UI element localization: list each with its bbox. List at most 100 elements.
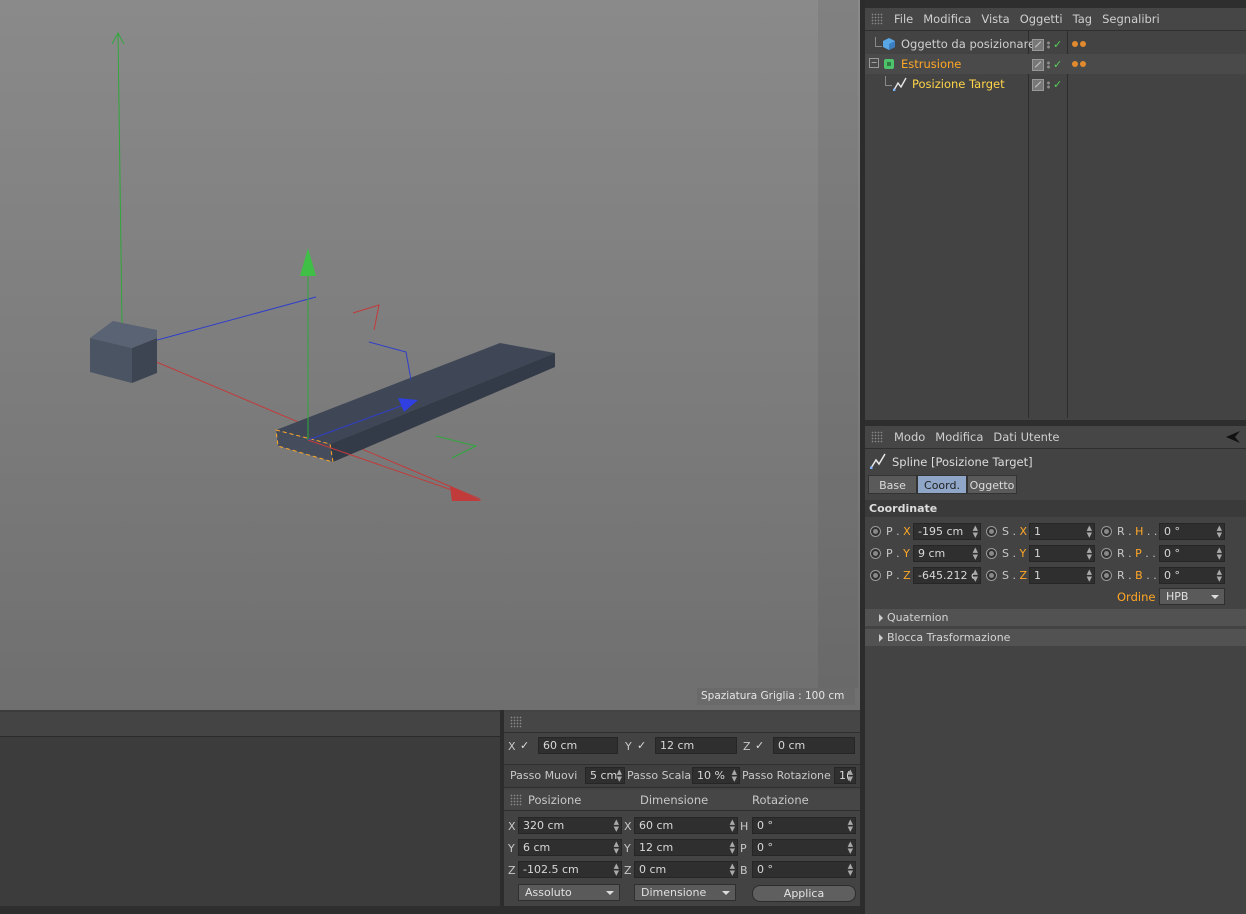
- rot-axis-label: P: [740, 842, 747, 855]
- menu-modifica[interactable]: Modifica: [930, 430, 988, 444]
- plank-top-face[interactable]: [276, 343, 555, 444]
- menu-file[interactable]: File: [889, 12, 918, 26]
- object-row-estrusione[interactable]: − Estrusione ✓: [865, 54, 1246, 74]
- position-y-field[interactable]: 6 cm ▲ ▼: [518, 839, 622, 856]
- tree-line-icon: [885, 76, 892, 86]
- scale-z-field[interactable]: 1 ▲ ▼: [1029, 567, 1095, 584]
- scene-canvas[interactable]: [0, 0, 860, 710]
- object-name[interactable]: Posizione Target: [912, 77, 1005, 91]
- bottom-edge: [0, 906, 860, 914]
- grip-icon[interactable]: [871, 431, 883, 443]
- viewport-side-strip: [818, 0, 858, 688]
- scale-x-field[interactable]: 1 ▲ ▼: [1029, 523, 1095, 540]
- axis-z-label: Z: [743, 740, 751, 753]
- enabled-check-icon[interactable]: ✓: [1053, 58, 1062, 71]
- axis-z-check-icon[interactable]: ✓: [755, 739, 764, 752]
- position-y-field[interactable]: 9 cm ▲ ▼: [913, 545, 981, 562]
- object-manager-menubar: File Modifica Vista Oggetti Tag Segnalib…: [865, 8, 1246, 31]
- menu-dati-utente[interactable]: Dati Utente: [988, 430, 1064, 444]
- attribute-manager: Modo Modifica Dati Utente Spline [Posizi…: [865, 420, 1246, 914]
- menu-modifica[interactable]: Modifica: [918, 12, 976, 26]
- position-z-field[interactable]: -102.5 cm ▲ ▼: [518, 861, 622, 878]
- size-x-field[interactable]: 60 cm ▲ ▼: [634, 817, 738, 834]
- menu-oggetti[interactable]: Oggetti: [1015, 12, 1068, 26]
- visibility-dots-icon[interactable]: [1047, 80, 1050, 89]
- menu-segnalibri[interactable]: Segnalibri: [1097, 12, 1165, 26]
- scale-y-field[interactable]: 1 ▲ ▼: [1029, 545, 1095, 562]
- header-dimensione: Dimensione: [640, 793, 709, 807]
- target-green-axis-icon: [435, 435, 478, 459]
- step-move-label: Passo Muovi: [510, 769, 578, 782]
- group-blocca-trasformazione[interactable]: Blocca Trasformazione: [865, 629, 1246, 646]
- grip-icon[interactable]: [510, 716, 522, 728]
- apply-button[interactable]: Applica: [752, 885, 856, 902]
- object-name[interactable]: Estrusione: [901, 57, 961, 71]
- order-dropdown[interactable]: HPB: [1159, 588, 1225, 605]
- keyframe-radio[interactable]: [986, 570, 997, 581]
- object-row-oggetto[interactable]: Oggetto da posizionare ✓: [865, 34, 1246, 54]
- cube-icon: [883, 38, 895, 50]
- keyframe-radio[interactable]: [986, 548, 997, 559]
- keyframe-radio[interactable]: [870, 526, 881, 537]
- tab-coord[interactable]: Coord.: [917, 475, 967, 494]
- tab-oggetto[interactable]: Oggetto: [967, 475, 1017, 494]
- layer-icon[interactable]: [1032, 78, 1044, 91]
- back-arrow-icon[interactable]: [1226, 431, 1240, 443]
- grip-icon[interactable]: [510, 794, 522, 806]
- step-move-field[interactable]: 5 cm ▲ ▼: [585, 767, 625, 784]
- keyframe-radio[interactable]: [1101, 526, 1112, 537]
- visibility-dots-icon[interactable]: [1047, 60, 1050, 69]
- step-rotation-field[interactable]: 1(▲ ▼: [834, 767, 856, 784]
- visibility-dots-icon[interactable]: [1047, 40, 1050, 49]
- tab-base[interactable]: Base: [868, 475, 917, 494]
- rotation-p-field[interactable]: 0 ° ▲ ▼: [1159, 545, 1225, 562]
- position-x-field[interactable]: -195 cm ▲ ▼: [913, 523, 981, 540]
- rotation-b-field[interactable]: 0 ° ▲ ▼: [1159, 567, 1225, 584]
- layer-icon[interactable]: [1032, 58, 1044, 71]
- mode-dropdown[interactable]: Assoluto: [518, 884, 620, 901]
- rotation-b-field[interactable]: 0 ° ▲ ▼: [752, 861, 856, 878]
- tag-icon[interactable]: [1072, 37, 1086, 50]
- size-y-field[interactable]: 12 cm ▲ ▼: [634, 839, 738, 856]
- position-x-field[interactable]: 320 cm ▲ ▼: [518, 817, 622, 834]
- axis-y-label: Y: [625, 740, 632, 753]
- axis-z-field[interactable]: 0 cm: [773, 737, 855, 754]
- grip-icon[interactable]: [871, 13, 883, 25]
- rotation-h-field[interactable]: 0 ° ▲ ▼: [1159, 523, 1225, 540]
- tag-icon[interactable]: [1072, 57, 1086, 70]
- size-axis-label: Y: [624, 842, 631, 855]
- axis-x-check-icon[interactable]: ✓: [520, 739, 529, 752]
- keyframe-radio[interactable]: [870, 548, 881, 559]
- collapse-toggle-icon[interactable]: −: [869, 58, 879, 68]
- enabled-check-icon[interactable]: ✓: [1053, 38, 1062, 51]
- rotation-h-field[interactable]: 0 ° ▲ ▼: [752, 817, 856, 834]
- group-quaternion[interactable]: Quaternion: [865, 609, 1246, 626]
- pos-axis-label: Y: [508, 842, 515, 855]
- keyframe-radio[interactable]: [986, 526, 997, 537]
- layer-icon[interactable]: [1032, 38, 1044, 51]
- object-name[interactable]: Oggetto da posizionare: [901, 37, 1035, 51]
- keyframe-radio[interactable]: [870, 570, 881, 581]
- enabled-check-icon[interactable]: ✓: [1053, 78, 1062, 91]
- size-z-field[interactable]: 0 cm ▲ ▼: [634, 861, 738, 878]
- position-z-field[interactable]: -645.212 c ▲ ▼: [913, 567, 981, 584]
- axis-x-field[interactable]: 60 cm: [538, 737, 618, 754]
- param-label: P . Z: [886, 569, 911, 582]
- keyframe-radio[interactable]: [1101, 570, 1112, 581]
- gizmo-x-handle-icon[interactable]: [450, 486, 482, 501]
- step-scale-field[interactable]: 10 % ▲ ▼: [692, 767, 740, 784]
- gizmo-y-handle-icon[interactable]: [300, 248, 316, 276]
- size-mode-dropdown[interactable]: Dimensione: [634, 884, 736, 901]
- param-label: R . B . .: [1117, 569, 1157, 582]
- rotation-p-field[interactable]: 0 ° ▲ ▼: [752, 839, 856, 856]
- axis-y-field[interactable]: 12 cm: [655, 737, 737, 754]
- z-axis-line: [149, 296, 317, 343]
- keyframe-radio[interactable]: [1101, 548, 1112, 559]
- 3d-viewport[interactable]: Spaziatura Griglia : 100 cm: [0, 0, 860, 710]
- menu-modo[interactable]: Modo: [889, 430, 930, 444]
- object-row-posizione-target[interactable]: Posizione Target ✓: [865, 74, 1246, 94]
- header-rotazione: Rotazione: [752, 793, 809, 807]
- axis-y-check-icon[interactable]: ✓: [637, 739, 646, 752]
- menu-vista[interactable]: Vista: [976, 12, 1014, 26]
- menu-tag[interactable]: Tag: [1068, 12, 1097, 26]
